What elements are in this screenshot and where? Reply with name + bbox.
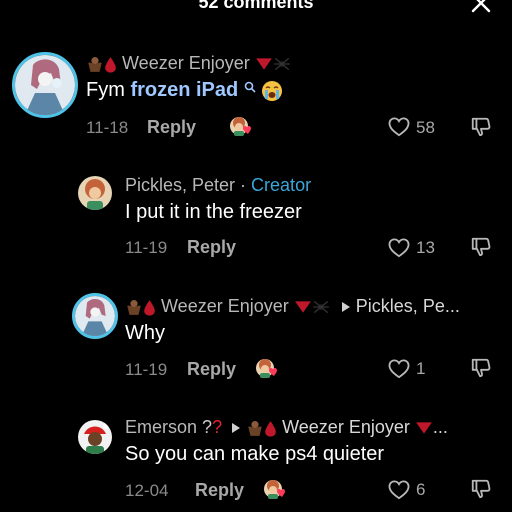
creator-liked-icon bbox=[228, 115, 254, 137]
reply-button[interactable]: Reply bbox=[187, 359, 236, 380]
comment-username-line[interactable]: Weezer Enjoyer bbox=[86, 53, 291, 74]
avatar[interactable] bbox=[78, 420, 112, 454]
dislike-icon[interactable] bbox=[470, 478, 492, 500]
dislike-icon[interactable] bbox=[470, 357, 492, 379]
comment-text: Why bbox=[125, 322, 165, 344]
reply-arrow-icon bbox=[231, 422, 241, 434]
spider-icon bbox=[273, 55, 291, 73]
figure-emoji-icon bbox=[86, 55, 104, 73]
like-count: 58 bbox=[416, 118, 435, 137]
spider-icon bbox=[312, 298, 330, 316]
like-heart-icon[interactable] bbox=[388, 480, 410, 500]
reply-button[interactable]: Reply bbox=[195, 480, 244, 501]
reply-to-username[interactable]: Weezer Enjoyer bbox=[282, 417, 410, 437]
comment-text: So you can make ps4 quieter bbox=[125, 443, 385, 465]
truncation-ellipsis: ... bbox=[432, 417, 448, 437]
dislike-icon[interactable] bbox=[470, 236, 492, 258]
blood-drop-icon bbox=[104, 56, 117, 73]
comment-date: 11-19 bbox=[125, 238, 168, 257]
red-triangle-icon bbox=[294, 300, 312, 314]
figure-emoji-icon bbox=[125, 298, 143, 316]
comment-text-prefix: Fym bbox=[86, 79, 131, 101]
avatar-image bbox=[75, 296, 115, 336]
like-count: 1 bbox=[416, 359, 426, 378]
question-mark-icons: ?? bbox=[202, 417, 223, 437]
search-icon[interactable] bbox=[244, 81, 256, 93]
avatar[interactable] bbox=[72, 293, 118, 339]
like-heart-icon[interactable] bbox=[388, 238, 410, 258]
red-triangle-icon bbox=[255, 57, 273, 71]
comments-header: 52 comments bbox=[0, 0, 512, 20]
creator-liked-icon bbox=[254, 357, 280, 379]
comment-text: Fym frozen iPad bbox=[86, 79, 283, 102]
reply-to-username[interactable]: Pickles, Pe... bbox=[356, 296, 460, 316]
like-heart-icon[interactable] bbox=[388, 359, 410, 379]
red-triangle-icon bbox=[415, 421, 433, 435]
comment-username[interactable]: Weezer Enjoyer bbox=[161, 296, 289, 316]
separator-dot: · bbox=[235, 175, 252, 195]
like-count: 13 bbox=[416, 238, 435, 257]
avatar-image bbox=[15, 55, 75, 115]
blood-drop-icon bbox=[264, 420, 277, 437]
comments-count-title: 52 comments bbox=[198, 0, 314, 12]
reply-arrow-icon bbox=[341, 301, 351, 313]
reply-button[interactable]: Reply bbox=[147, 117, 196, 138]
comment-text: I put it in the freezer bbox=[125, 201, 302, 223]
comment-date: 12-04 bbox=[125, 481, 169, 500]
creator-badge: Creator bbox=[251, 175, 312, 195]
creator-liked-icon bbox=[262, 478, 288, 500]
crying-face-icon bbox=[262, 80, 283, 101]
search-link[interactable]: frozen iPad bbox=[130, 79, 238, 101]
like-count: 6 bbox=[416, 480, 426, 499]
comment-username[interactable]: Pickles, Peter bbox=[125, 175, 235, 195]
comment-username[interactable]: Weezer Enjoyer bbox=[122, 53, 250, 73]
comment-username-line[interactable]: Emerson ?? Weezer Enjoyer ... bbox=[125, 417, 448, 438]
figure-emoji-icon bbox=[246, 419, 264, 437]
comment-username-line[interactable]: Pickles, Peter · Creator bbox=[125, 175, 311, 196]
avatar[interactable] bbox=[12, 52, 78, 118]
comment-date: 11-19 bbox=[125, 360, 168, 379]
comment-date: 11-18 bbox=[86, 118, 129, 137]
avatar-image bbox=[78, 176, 112, 210]
comment-username[interactable]: Emerson bbox=[125, 417, 197, 437]
close-icon[interactable] bbox=[468, 0, 494, 16]
comment-username-line[interactable]: Weezer Enjoyer Pickles, Pe... bbox=[125, 296, 460, 317]
reply-button[interactable]: Reply bbox=[187, 237, 236, 258]
avatar-image bbox=[78, 420, 112, 454]
avatar[interactable] bbox=[78, 176, 112, 210]
blood-drop-icon bbox=[143, 299, 156, 316]
dislike-icon[interactable] bbox=[470, 116, 492, 138]
like-heart-icon[interactable] bbox=[388, 117, 410, 137]
